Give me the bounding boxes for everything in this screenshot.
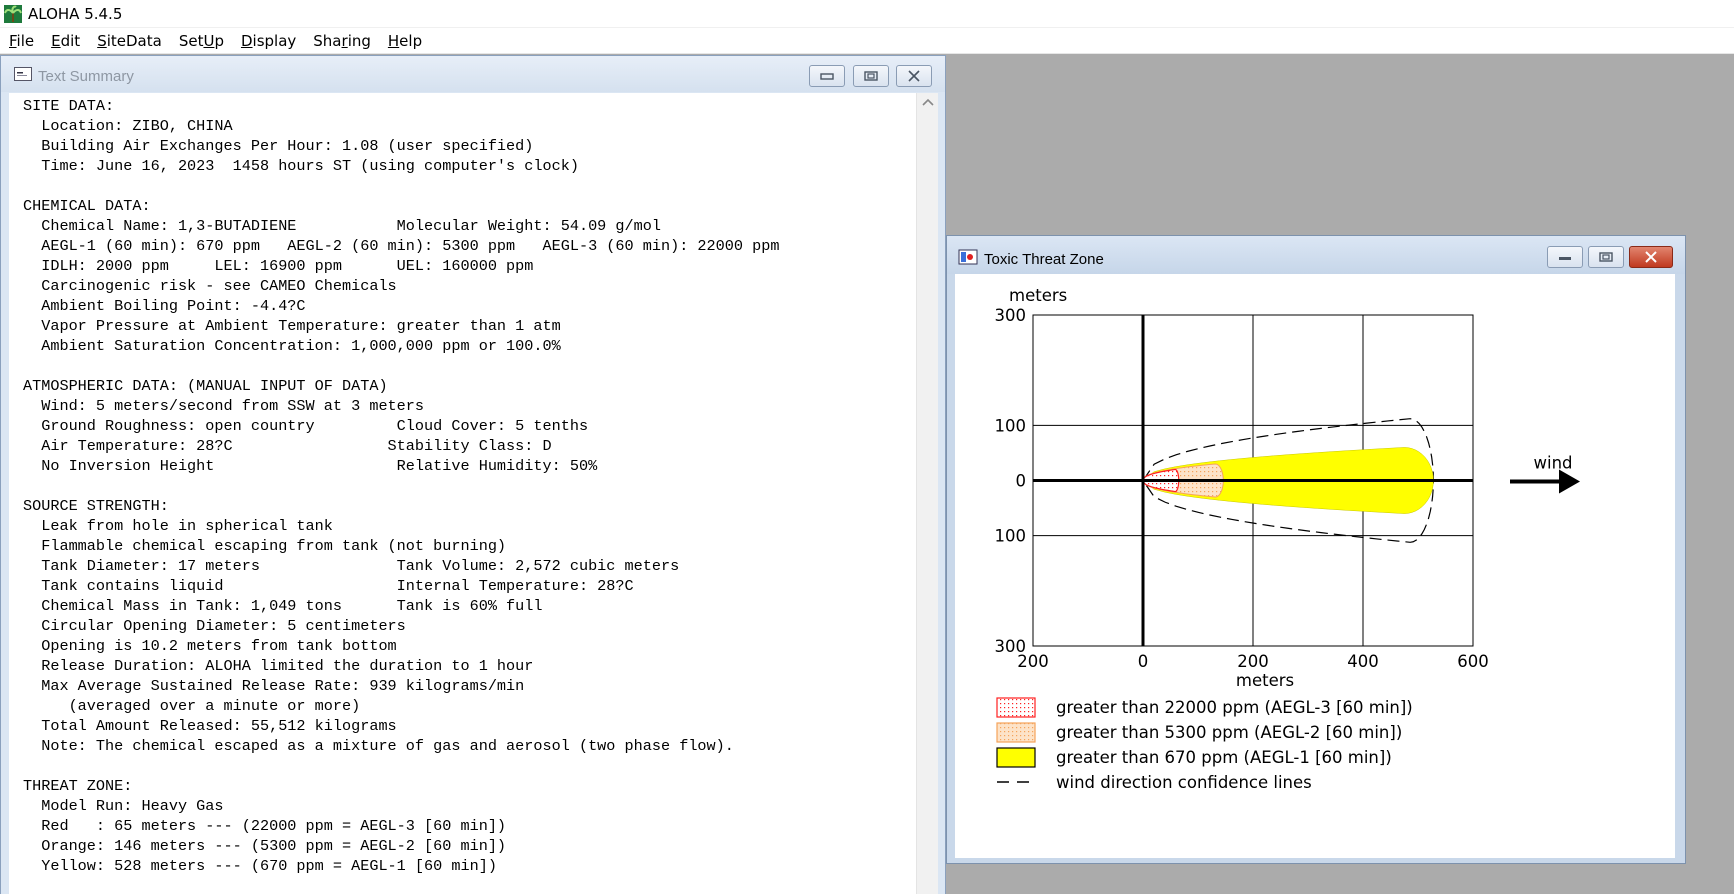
y-tick-label: 100 — [995, 527, 1027, 546]
menu-help[interactable]: Help — [379, 32, 430, 50]
text-summary-content: SITE DATA: Location: ZIBO, CHINA Buildin… — [9, 93, 938, 894]
summary-line: No Inversion Height Relative Humidity: 5… — [23, 457, 598, 475]
summary-line: Location: ZIBO, CHINA — [23, 117, 233, 135]
summary-line: ATMOSPHERIC DATA: (MANUAL INPUT OF DATA) — [23, 377, 388, 395]
app-title: ALOHA 5.4.5 — [28, 4, 123, 23]
close-icon — [908, 70, 920, 82]
legend-label: greater than 670 ppm (AEGL-1 [60 min]) — [1056, 748, 1392, 767]
summary-line — [23, 356, 779, 376]
summary-line — [23, 476, 779, 496]
summary-line: THREAT ZONE: — [23, 777, 133, 795]
summary-line: Vapor Pressure at Ambient Temperature: g… — [23, 317, 561, 335]
summary-line: (averaged over a minute or more) — [23, 697, 361, 715]
threat-zone-plot-area: 200 0 200 400 600 300 100 0 100 300 meters meters wi… — [955, 274, 1675, 858]
close-icon — [1645, 251, 1657, 263]
summary-line: IDLH: 2000 ppm LEL: 16900 ppm UEL: 16000… — [23, 257, 534, 275]
threat-minimize-button[interactable] — [1547, 246, 1583, 268]
menu-setup[interactable]: SetUp — [170, 32, 232, 50]
y-axis-label: meters — [1009, 286, 1067, 305]
menu-file[interactable]: File — [0, 32, 42, 50]
threat-zone-title-bar[interactable]: Toxic Threat Zone — [947, 236, 1685, 274]
plot-legend: greater than 22000 ppm (AEGL-3 [60 min])… — [996, 697, 1413, 792]
text-summary-title: Text Summary — [38, 68, 134, 85]
text-minimize-button[interactable] — [809, 65, 845, 87]
text-close-button[interactable] — [896, 65, 932, 87]
menu-sitedata[interactable]: SiteData — [88, 32, 170, 50]
scroll-up-icon[interactable] — [917, 93, 938, 111]
summary-line: Tank contains liquid Internal Temperatur… — [23, 577, 634, 595]
summary-line: Building Air Exchanges Per Hour: 1.08 (u… — [23, 137, 534, 155]
summary-line: Flammable chemical escaping from tank (n… — [23, 537, 507, 555]
summary-line: Red : 65 meters --- (22000 ppm = AEGL-3 … — [23, 817, 507, 835]
summary-line: AEGL-1 (60 min): 670 ppm AEGL-2 (60 min)… — [23, 237, 780, 255]
summary-line: Circular Opening Diameter: 5 centimeters — [23, 617, 406, 635]
summary-text[interactable]: SITE DATA: Location: ZIBO, CHINA Buildin… — [23, 96, 779, 876]
minimize-icon — [820, 73, 834, 80]
legend-swatch-red-dotted — [996, 697, 1036, 718]
toxic-threat-zone-window: Toxic Threat Zone 200 0 200 400 600 300 … — [946, 235, 1686, 864]
legend-label: wind direction confidence lines — [1056, 773, 1312, 792]
y-tick-label: 0 — [1016, 472, 1027, 491]
summary-line: Ground Roughness: open country Cloud Cov… — [23, 417, 589, 435]
x-axis-label: meters — [1236, 671, 1294, 690]
minimize-icon — [1559, 257, 1571, 260]
app-title-bar: ALOHA 5.4.5 — [0, 0, 1734, 28]
summary-line: Total Amount Released: 55,512 kilograms — [23, 717, 397, 735]
threat-close-button[interactable] — [1629, 246, 1673, 268]
summary-line: Release Duration: ALOHA limited the dura… — [23, 657, 534, 675]
wind-arrow-icon — [1559, 469, 1580, 494]
summary-line: CHEMICAL DATA: — [23, 197, 151, 215]
restore-icon — [864, 71, 878, 81]
summary-line: Leak from hole in spherical tank — [23, 517, 333, 535]
summary-line: Model Run: Heavy Gas — [23, 797, 224, 815]
threat-maximize-button[interactable] — [1588, 246, 1624, 268]
legend-label: greater than 5300 ppm (AEGL-2 [60 min]) — [1056, 723, 1402, 742]
aloha-palm-icon — [4, 4, 22, 23]
menu-edit[interactable]: Edit — [42, 32, 88, 50]
summary-line: Opening is 10.2 meters from tank bottom — [23, 637, 397, 655]
summary-line: Air Temperature: 28?C Stability Class: D — [23, 437, 552, 455]
x-tick-label: 400 — [1347, 652, 1379, 671]
summary-line: Wind: 5 meters/second from SSW at 3 mete… — [23, 397, 425, 415]
summary-line — [23, 176, 779, 196]
summary-line: Ambient Boiling Point: -4.4?C — [23, 297, 306, 315]
summary-line: Carcinogenic risk - see CAMEO Chemicals — [23, 277, 397, 295]
x-tick-label: 200 — [1237, 652, 1269, 671]
threat-map-icon — [958, 249, 978, 265]
menu-bar: File Edit SiteData SetUp Display Sharing… — [0, 28, 1734, 54]
text-summary-window: Text Summary SITE DATA: Location: ZIBO, … — [0, 55, 946, 894]
vertical-scrollbar[interactable] — [916, 93, 938, 894]
x-tick-label: 0 — [1138, 652, 1149, 671]
y-tick-label: 300 — [995, 306, 1027, 325]
summary-line: Ambient Saturation Concentration: 1,000,… — [23, 337, 561, 355]
text-maximize-button[interactable] — [853, 65, 889, 87]
menu-sharing[interactable]: Sharing — [304, 32, 379, 50]
text-document-icon — [14, 67, 32, 81]
legend-swatch-yellow-solid — [996, 747, 1036, 768]
legend-label: greater than 22000 ppm (AEGL-3 [60 min]) — [1056, 698, 1413, 717]
menu-display[interactable]: Display — [232, 32, 304, 50]
summary-line: Yellow: 528 meters --- (670 ppm = AEGL-1… — [23, 857, 497, 875]
summary-line: Chemical Mass in Tank: 1,049 tons Tank i… — [23, 597, 543, 615]
summary-line: Time: June 16, 2023 1458 hours ST (using… — [23, 157, 579, 175]
x-tick-label: 600 — [1457, 652, 1489, 671]
summary-line: SOURCE STRENGTH: — [23, 497, 169, 515]
summary-line: Chemical Name: 1,3-BUTADIENE Molecular W… — [23, 217, 661, 235]
text-summary-title-bar[interactable]: Text Summary — [1, 56, 945, 92]
y-tick-label: 100 — [995, 416, 1027, 435]
summary-line: SITE DATA: — [23, 97, 115, 115]
threat-zone-title: Toxic Threat Zone — [984, 251, 1104, 268]
restore-icon — [1599, 252, 1613, 262]
legend-swatch-orange-dotted — [996, 722, 1036, 743]
mdi-workspace: Text Summary SITE DATA: Location: ZIBO, … — [0, 55, 1734, 894]
summary-line: Note: The chemical escaped as a mixture … — [23, 737, 734, 755]
summary-line: Orange: 146 meters --- (5300 ppm = AEGL-… — [23, 837, 507, 855]
summary-line: Tank Diameter: 17 meters Tank Volume: 2,… — [23, 557, 680, 575]
summary-line: Max Average Sustained Release Rate: 939 … — [23, 677, 525, 695]
y-tick-label: 300 — [995, 637, 1027, 656]
wind-label: wind — [1533, 454, 1572, 473]
threat-zone-chart[interactable]: 200 0 200 400 6003001000100300metersmeterswi… — [955, 274, 1675, 858]
summary-line — [23, 756, 779, 776]
